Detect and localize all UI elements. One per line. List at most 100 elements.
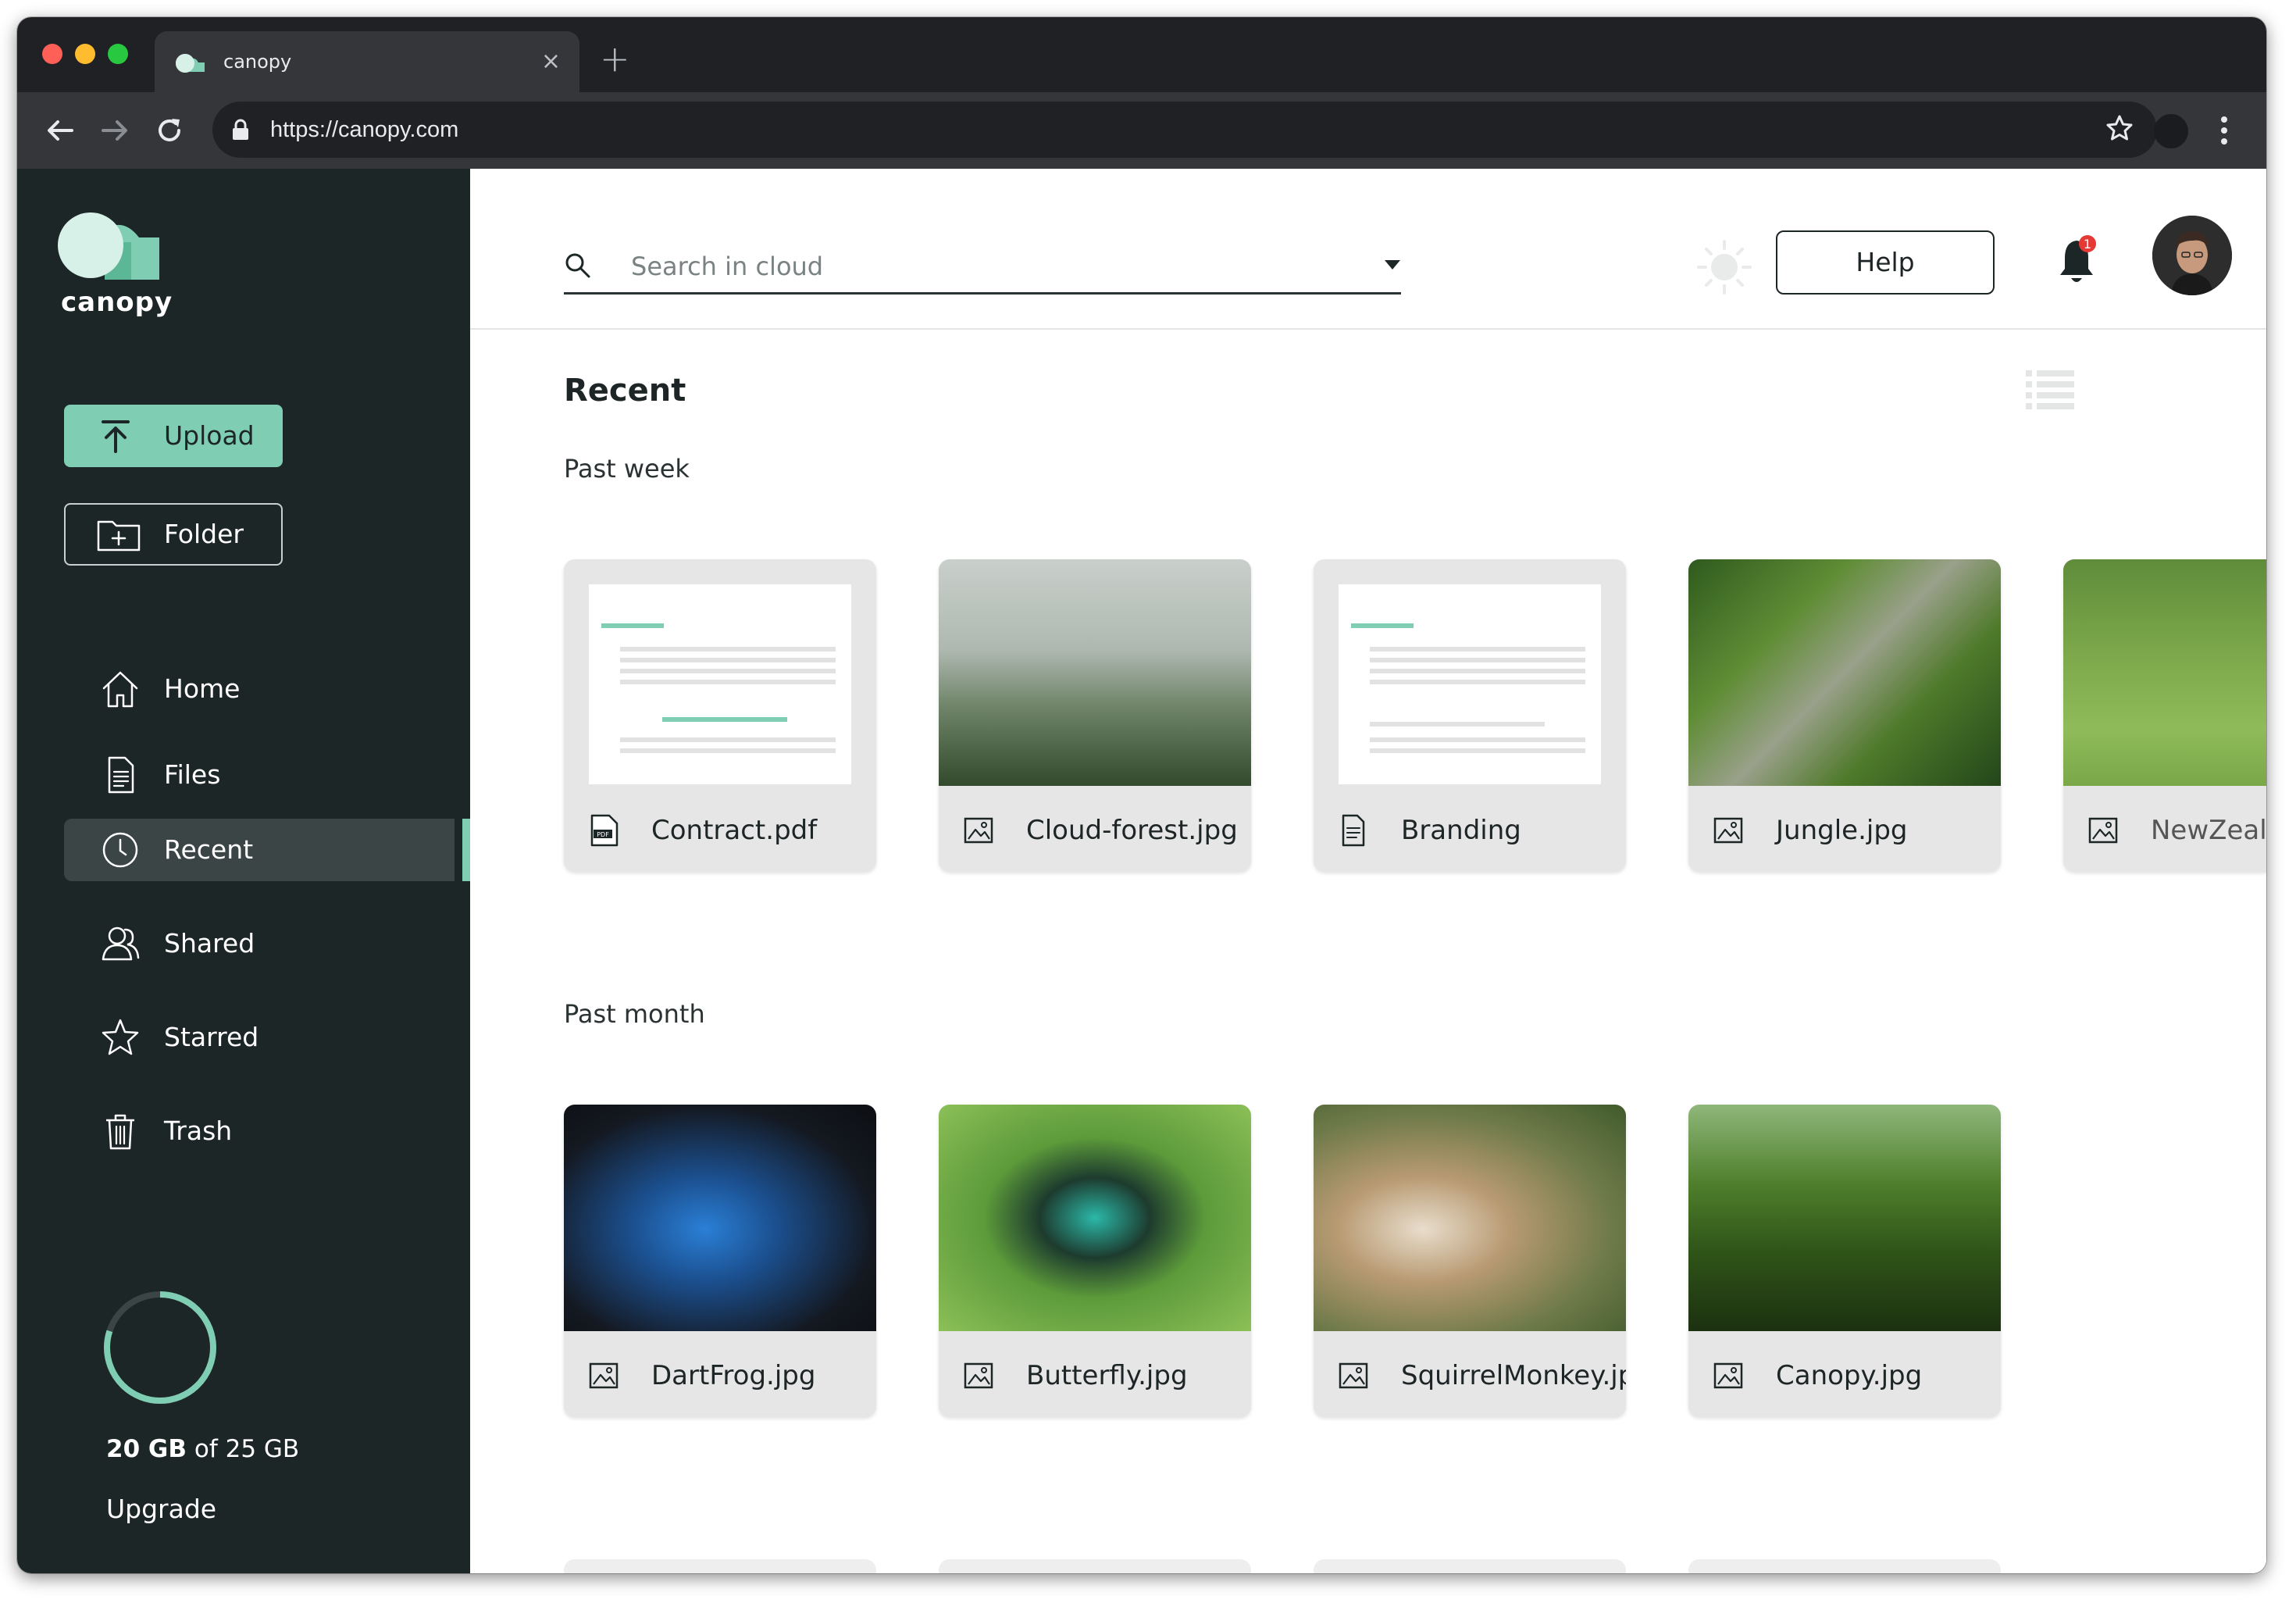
- file-card-dartfrog[interactable]: DartFrog.jpg: [564, 1105, 876, 1417]
- file-name: Canopy.jpg: [1776, 1360, 1923, 1391]
- file-card-contract[interactable]: PDF Contract.pdf: [564, 559, 876, 872]
- close-tab-icon[interactable]: ×: [541, 48, 561, 75]
- help-button[interactable]: Help: [1776, 230, 1995, 295]
- file-card-footer: NewZeala: [2063, 786, 2266, 872]
- upload-icon: [102, 420, 130, 453]
- user-avatar-image: [2152, 216, 2232, 295]
- page-title: Recent: [564, 373, 686, 409]
- storage-used: 20 GB: [106, 1435, 187, 1463]
- folder-label: Folder: [164, 519, 244, 549]
- browser-tab[interactable]: canopy ×: [155, 31, 579, 92]
- file-card-jungle[interactable]: Jungle.jpg: [1688, 559, 2001, 872]
- sidebar: canopy Upload Folder Home Files Recent S…: [17, 169, 470, 1573]
- tab-title: canopy: [223, 51, 292, 73]
- browser-profile-icon[interactable]: [2154, 114, 2188, 148]
- close-window-button[interactable]: [42, 44, 62, 64]
- minimize-window-button[interactable]: [75, 44, 95, 64]
- sidebar-item-label: Trash: [164, 1116, 233, 1146]
- file-name: Butterfly.jpg: [1026, 1360, 1188, 1391]
- search-input[interactable]: [629, 248, 1335, 284]
- help-label: Help: [1856, 247, 1915, 277]
- storage-progress-ring: [104, 1291, 216, 1404]
- sidebar-item-home[interactable]: Home: [64, 658, 472, 720]
- file-card-partial: [1314, 1559, 1626, 1573]
- browser-toolbar: https://canopy.com: [17, 92, 2266, 169]
- forward-arrow-icon[interactable]: [98, 114, 131, 147]
- file-name: Jungle.jpg: [1776, 815, 1908, 846]
- folder-plus-icon: [97, 520, 141, 552]
- file-thumbnail: [1314, 559, 1626, 786]
- bookmark-star-icon[interactable]: [2104, 112, 2135, 144]
- document-preview: [589, 584, 851, 784]
- group-label-past-week: Past week: [564, 454, 690, 484]
- image-file-icon: [589, 1362, 619, 1389]
- user-avatar[interactable]: [2152, 216, 2232, 295]
- image-thumbnail: [939, 559, 1251, 786]
- reload-icon[interactable]: [153, 114, 186, 147]
- file-card-partial: [564, 1559, 876, 1573]
- theme-toggle-sun-icon[interactable]: [1696, 239, 1752, 295]
- sidebar-item-label: Starred: [164, 1022, 259, 1052]
- image-file-icon: [1713, 1362, 1743, 1389]
- file-name: Cloud-forest.jpg: [1026, 815, 1238, 846]
- address-bar[interactable]: https://canopy.com: [212, 102, 2157, 158]
- list-view-toggle-icon[interactable]: [2026, 369, 2074, 409]
- search-options-chevron-down-icon[interactable]: [1384, 259, 1401, 270]
- file-card-footer: SquirrelMonkey.jp: [1314, 1331, 1626, 1417]
- storage-usage-text: 20 GB of 25 GB: [106, 1434, 299, 1464]
- lock-icon: [233, 119, 248, 140]
- file-card-cloud-forest[interactable]: Cloud-forest.jpg: [939, 559, 1251, 872]
- browser-menu-icon[interactable]: [2219, 114, 2229, 147]
- sidebar-item-shared[interactable]: Shared: [64, 912, 472, 975]
- sidebar-item-recent[interactable]: Recent: [64, 819, 455, 881]
- storage-total: of 25 GB: [187, 1435, 300, 1463]
- notifications-bell-icon[interactable]: 1: [2054, 231, 2102, 289]
- image-file-icon: [964, 817, 993, 844]
- sidebar-item-files[interactable]: Files: [64, 744, 472, 806]
- image-thumbnail: [1688, 1105, 2001, 1331]
- canopy-favicon-icon: [176, 54, 205, 73]
- file-card-footer: DartFrog.jpg: [564, 1331, 876, 1417]
- image-file-icon: [1339, 1362, 1368, 1389]
- file-card-butterfly[interactable]: Butterfly.jpg: [939, 1105, 1251, 1417]
- trash-icon: [106, 1114, 134, 1150]
- upgrade-link[interactable]: Upgrade: [106, 1494, 216, 1525]
- pdf-file-icon: PDF: [590, 814, 619, 847]
- brand-name: canopy: [61, 287, 173, 318]
- sidebar-item-trash[interactable]: Trash: [64, 1100, 472, 1162]
- new-folder-button[interactable]: Folder: [64, 503, 283, 566]
- clock-icon: [102, 832, 138, 868]
- back-arrow-icon[interactable]: [44, 114, 77, 147]
- image-thumbnail: [939, 1105, 1251, 1331]
- sidebar-item-label: Recent: [164, 834, 254, 865]
- search-icon: [565, 253, 590, 278]
- active-indicator: [462, 819, 470, 881]
- file-card-footer: Canopy.jpg: [1688, 1331, 2001, 1417]
- file-card-partial: [939, 1559, 1251, 1573]
- file-thumbnail: [564, 559, 876, 786]
- canopy-app: canopy Upload Folder Home Files Recent S…: [17, 169, 2266, 1573]
- upload-button[interactable]: Upload: [64, 405, 283, 467]
- shared-users-icon: [102, 926, 140, 961]
- pdf-icon-glyph-text: PDF: [597, 831, 609, 838]
- group-label-past-month: Past month: [564, 999, 705, 1029]
- image-thumbnail: [2063, 559, 2266, 786]
- sidebar-item-label: Home: [164, 673, 241, 704]
- file-card-canopy[interactable]: Canopy.jpg: [1688, 1105, 2001, 1417]
- image-thumbnail: [1314, 1105, 1626, 1331]
- file-card-footer: Butterfly.jpg: [939, 1331, 1251, 1417]
- file-icon: [108, 756, 134, 794]
- tab-bar: canopy × +: [17, 17, 2266, 92]
- maximize-window-button[interactable]: [108, 44, 128, 64]
- file-card-branding[interactable]: Branding: [1314, 559, 1626, 872]
- sidebar-item-label: Files: [164, 759, 221, 790]
- file-card-newzealand[interactable]: NewZeala: [2063, 559, 2266, 872]
- file-name: SquirrelMonkey.jp: [1401, 1360, 1626, 1391]
- notification-badge-count: 1: [2084, 237, 2091, 252]
- sidebar-item-starred[interactable]: Starred: [64, 1006, 472, 1069]
- image-file-icon: [1713, 817, 1743, 844]
- file-card-footer: Branding: [1314, 786, 1626, 872]
- document-preview: [1339, 584, 1601, 784]
- new-tab-button[interactable]: +: [600, 41, 630, 77]
- file-card-squirrelmonkey[interactable]: SquirrelMonkey.jp: [1314, 1105, 1626, 1417]
